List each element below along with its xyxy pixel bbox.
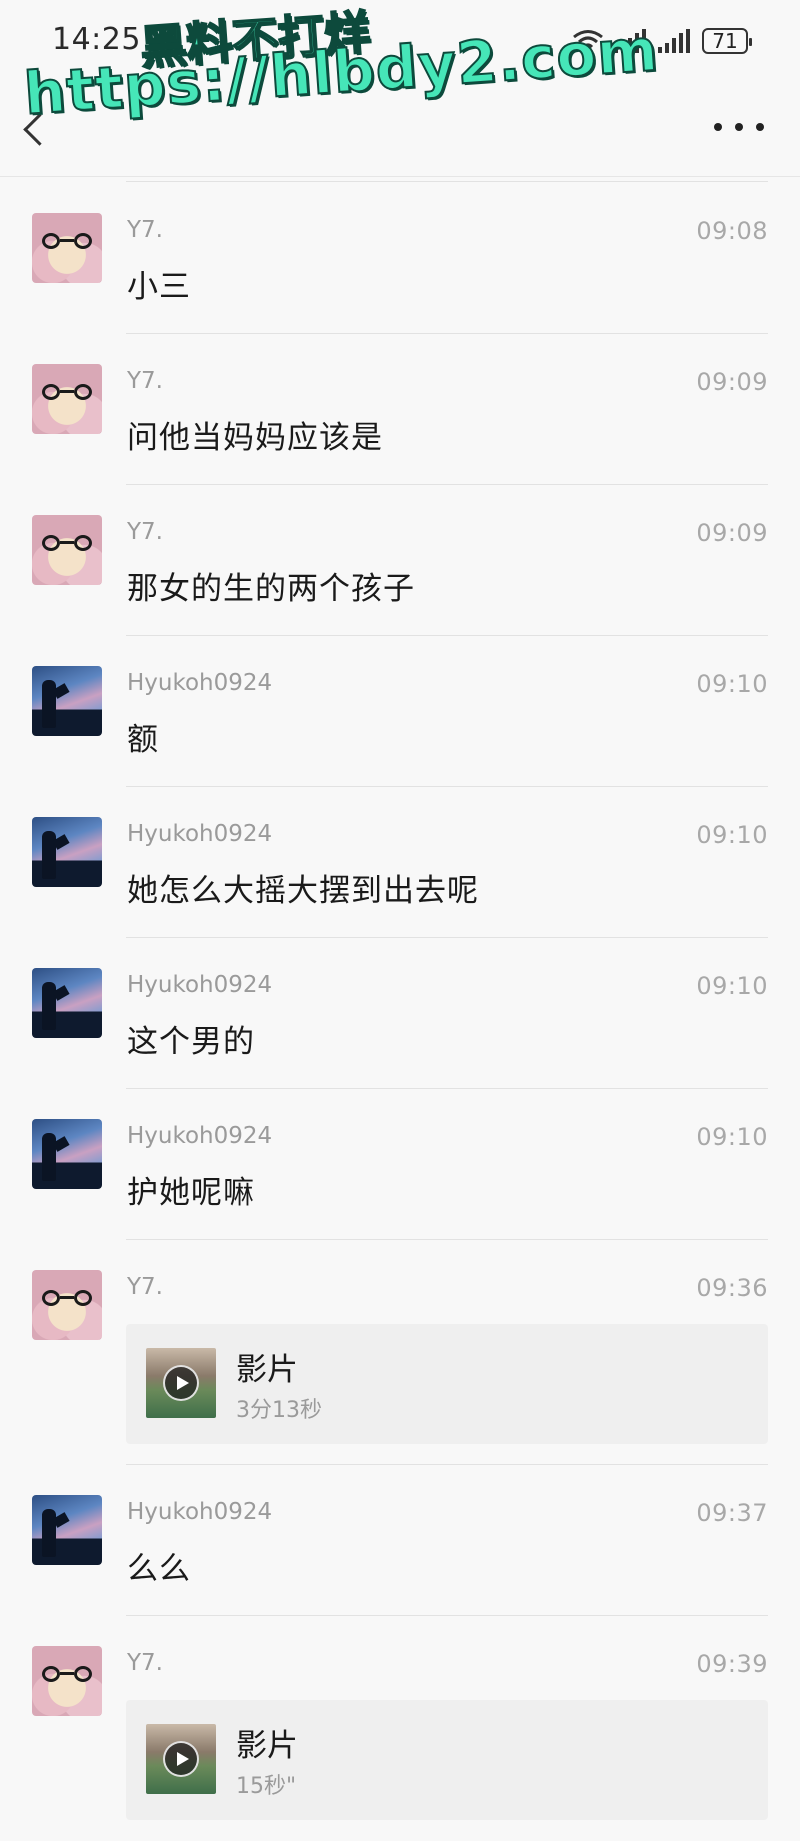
sender-name: Y7. (127, 1650, 163, 1676)
message-text: 那女的生的两个孩子 (127, 571, 415, 607)
message-text: 么么 (127, 1551, 191, 1587)
battery-icon: 71 (702, 28, 752, 54)
message-video-row[interactable]: Y7. 09:39 影片 15秒" (0, 1616, 800, 1841)
avatar[interactable] (32, 1119, 102, 1189)
glasses-icon (42, 535, 92, 555)
glasses-icon (42, 1290, 92, 1310)
avatar[interactable] (32, 1495, 102, 1565)
message-list: Y7. 09:08 小三 Y7. 09:09 问他当妈妈应该是 Y7. 09:09 那女的生的两… (0, 183, 800, 1841)
message-text: 额 (127, 722, 159, 758)
more-options-button[interactable] (714, 112, 764, 142)
message-row[interactable]: Hyukoh0924 09:10 她怎么大摇大摆到出去呢 (0, 787, 800, 938)
video-title: 影片 (236, 1352, 298, 1388)
sender-name: Y7. (127, 368, 163, 394)
avatar[interactable] (32, 666, 102, 736)
video-card[interactable]: 影片 3分13秒 (126, 1324, 768, 1444)
message-text: 问他当妈妈应该是 (127, 420, 383, 456)
video-thumbnail[interactable] (146, 1724, 216, 1794)
message-text: 小三 (127, 269, 191, 305)
avatar[interactable] (32, 1646, 102, 1716)
sender-name: Hyukoh0924 (127, 1123, 273, 1149)
message-row[interactable]: Hyukoh0924 09:10 护她呢嘛 (0, 1089, 800, 1240)
video-card[interactable]: 影片 15秒" (126, 1700, 768, 1820)
message-time: 09:10 (696, 972, 768, 1000)
play-icon[interactable] (163, 1741, 199, 1777)
glasses-icon (42, 384, 92, 404)
message-row[interactable]: Hyukoh0924 09:10 这个男的 (0, 938, 800, 1089)
dot-icon (756, 123, 764, 131)
video-title: 影片 (236, 1728, 298, 1764)
message-row[interactable]: Y7. 09:08 小三 (0, 183, 800, 334)
message-time: 09:09 (696, 368, 768, 396)
message-time: 09:10 (696, 670, 768, 698)
avatar[interactable] (32, 817, 102, 887)
video-thumbnail[interactable] (146, 1348, 216, 1418)
top-bar: 14:25 71 黑料不打烊 https://hlbdy2.com (0, 0, 800, 177)
message-time: 09:10 (696, 821, 768, 849)
sender-name: Hyukoh0924 (127, 1499, 273, 1525)
avatar[interactable] (32, 515, 102, 585)
divider (126, 181, 768, 182)
avatar[interactable] (32, 1270, 102, 1340)
sender-name: Y7. (127, 1274, 163, 1300)
sender-name: Hyukoh0924 (127, 972, 273, 998)
sender-name: Y7. (127, 519, 163, 545)
message-row[interactable]: Y7. 09:09 那女的生的两个孩子 (0, 485, 800, 636)
message-time: 09:10 (696, 1123, 768, 1151)
message-time: 09:09 (696, 519, 768, 547)
glasses-icon (42, 233, 92, 253)
message-text: 这个男的 (127, 1024, 255, 1060)
message-time: 09:37 (696, 1499, 768, 1527)
message-text: 护她呢嘛 (127, 1175, 255, 1211)
message-time: 09:36 (696, 1274, 768, 1302)
sender-name: Y7. (127, 217, 163, 243)
message-row[interactable]: Hyukoh0924 09:37 么么 (0, 1465, 800, 1616)
play-icon[interactable] (163, 1365, 199, 1401)
message-row[interactable]: Y7. 09:09 问他当妈妈应该是 (0, 334, 800, 485)
glasses-icon (42, 1666, 92, 1686)
dot-icon (714, 123, 722, 131)
avatar[interactable] (32, 213, 102, 283)
message-text: 她怎么大摇大摆到出去呢 (127, 873, 479, 909)
dot-icon (735, 123, 743, 131)
message-time: 09:39 (696, 1650, 768, 1678)
sender-name: Hyukoh0924 (127, 670, 273, 696)
message-time: 09:08 (696, 217, 768, 245)
sender-name: Hyukoh0924 (127, 821, 273, 847)
signal-icon (658, 29, 690, 53)
video-duration: 15秒" (236, 1774, 297, 1799)
avatar[interactable] (32, 364, 102, 434)
avatar[interactable] (32, 968, 102, 1038)
message-video-row[interactable]: Y7. 09:36 影片 3分13秒 (0, 1240, 800, 1465)
video-duration: 3分13秒 (236, 1398, 322, 1423)
message-row[interactable]: Hyukoh0924 09:10 额 (0, 636, 800, 787)
